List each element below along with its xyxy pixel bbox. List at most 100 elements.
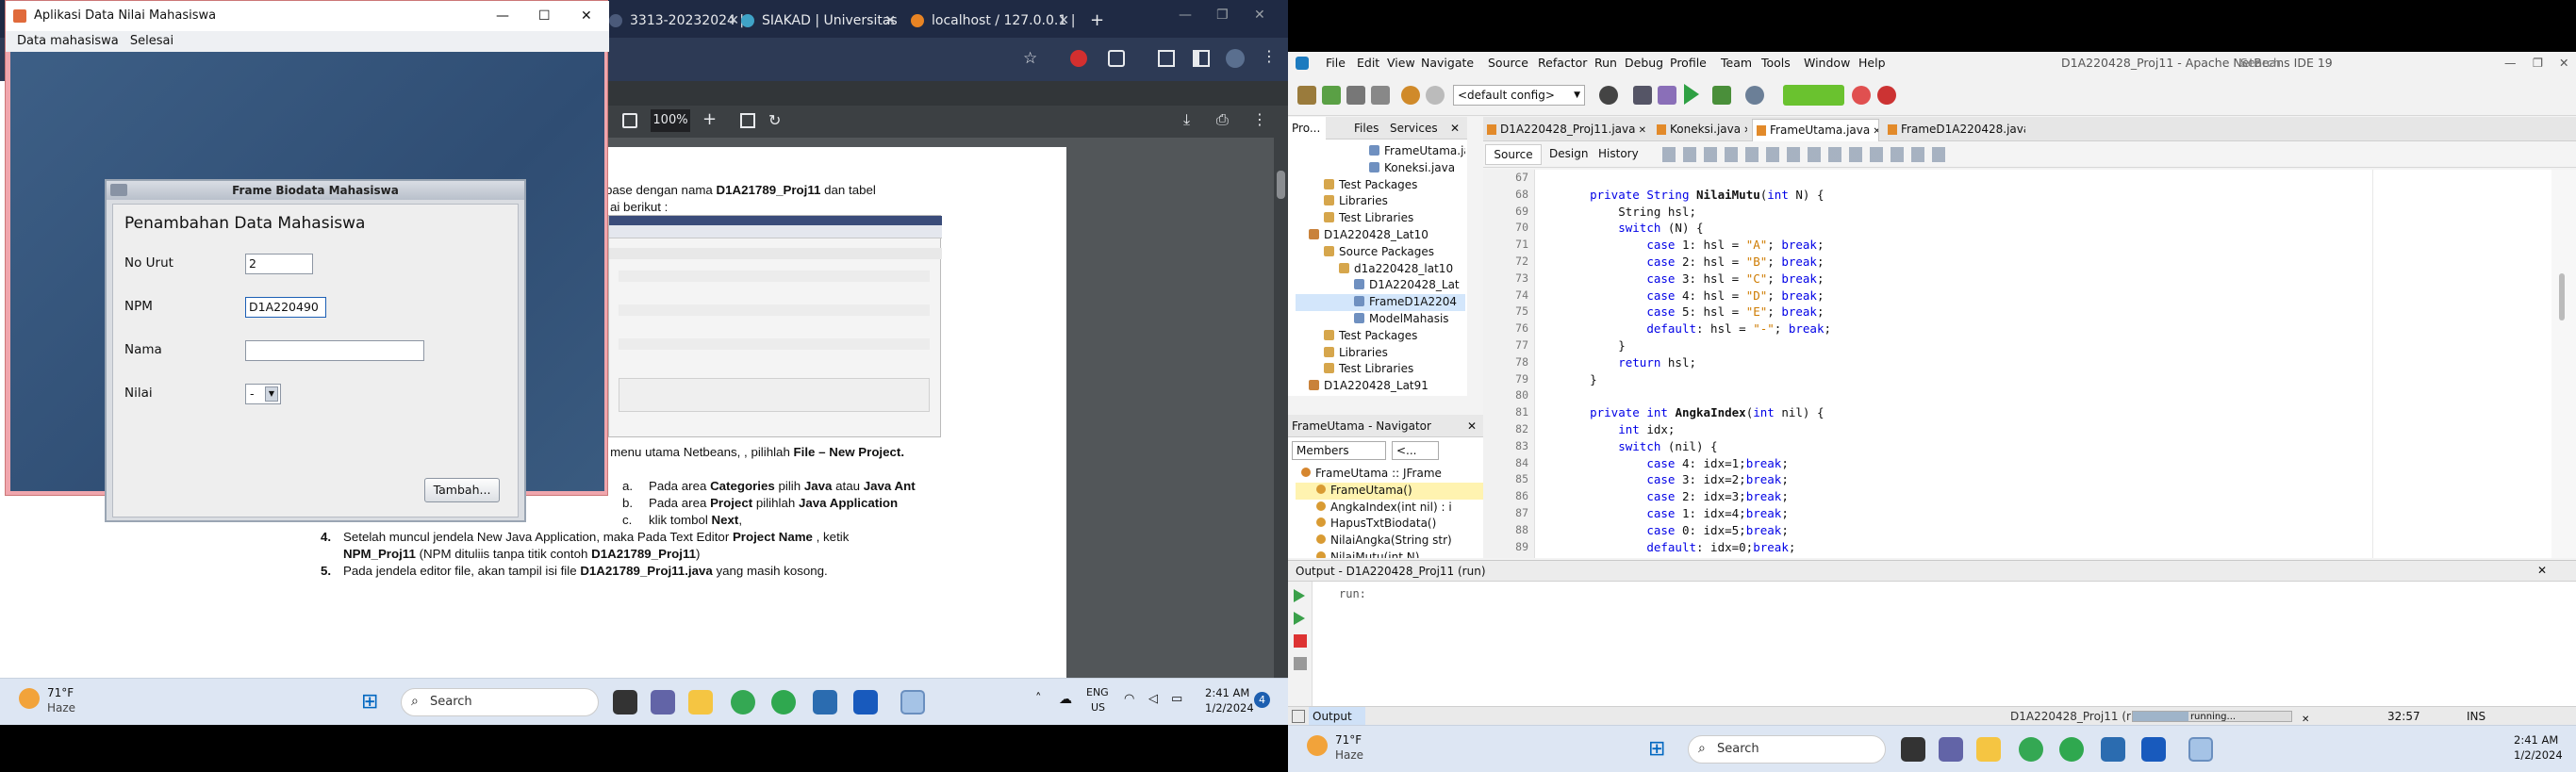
navigator-filter-select[interactable]: <... <box>1392 441 1439 460</box>
undo-icon[interactable] <box>1401 86 1420 105</box>
clock-time[interactable]: 2:41 AM <box>1205 686 1249 699</box>
run-icon[interactable] <box>1684 84 1699 105</box>
taskbar-search[interactable]: ⌕ Search <box>401 688 599 716</box>
close-icon[interactable]: ✕ <box>1636 125 1646 136</box>
word-icon[interactable] <box>2141 737 2166 762</box>
save-all-icon[interactable] <box>1371 86 1390 105</box>
browser-tab[interactable]: 3313-20232024 | ✕ <box>603 6 745 36</box>
close-icon[interactable]: ✕ <box>1870 126 1878 137</box>
close-window-icon[interactable]: ✕ <box>1254 8 1265 23</box>
npm-field[interactable]: D1A220490 <box>245 297 326 318</box>
chevron-up-icon[interactable]: ˄ <box>1035 692 1042 706</box>
nama-field[interactable] <box>245 340 424 361</box>
memory-indicator[interactable] <box>1783 85 1844 106</box>
scrollbar[interactable] <box>2551 170 2576 558</box>
editor-tab[interactable]: Koneksi.java ✕ <box>1653 119 1747 141</box>
sidebar-icon[interactable] <box>1193 50 1210 67</box>
tab-projects[interactable]: Pro... <box>1288 117 1326 140</box>
menu-window[interactable]: Window <box>1804 52 1850 74</box>
settings-icon[interactable] <box>1294 657 1307 670</box>
tree-item[interactable]: FrameD1A2204 <box>1296 294 1465 311</box>
tree-item[interactable]: ModelMahasis <box>1296 311 1465 328</box>
tree-item[interactable]: Test Libraries <box>1296 361 1465 378</box>
tab-files[interactable]: Files <box>1354 117 1379 140</box>
tree-item[interactable]: FrameUtama.ja <box>1296 143 1465 160</box>
extensions-puzzle-icon[interactable] <box>1108 50 1125 67</box>
java-task-icon[interactable] <box>900 690 925 715</box>
minimize-icon[interactable]: — <box>496 1 509 31</box>
menu-edit[interactable]: Edit <box>1357 52 1379 74</box>
new-tab-button[interactable]: + <box>1082 6 1111 36</box>
menu-navigate[interactable]: Navigate <box>1421 52 1474 74</box>
mode-design[interactable]: Design <box>1549 147 1588 160</box>
menu-team[interactable]: Team <box>1721 52 1752 74</box>
weather-icon[interactable] <box>19 688 40 709</box>
tree-item[interactable]: Libraries <box>1296 345 1465 362</box>
close-icon[interactable]: ✕ <box>581 1 592 31</box>
rerun-icon[interactable] <box>1294 589 1305 602</box>
weather-text[interactable]: Haze <box>47 701 75 715</box>
mode-history[interactable]: History <box>1598 147 1639 160</box>
navigator-item[interactable]: FrameUtama :: JFrame <box>1296 466 1484 483</box>
gc-icon[interactable] <box>1852 86 1871 105</box>
close-icon[interactable]: ✕ <box>1450 117 1460 140</box>
windows-start-icon[interactable]: ⊞ <box>361 690 378 714</box>
word-icon[interactable] <box>853 690 878 715</box>
clock-date[interactable]: 1/2/2024 <box>1205 701 1254 715</box>
browser-tab[interactable]: SIAKAD | Universitas ✕ <box>735 6 901 36</box>
profile-icon[interactable] <box>1745 86 1764 105</box>
clock-time[interactable]: 2:41 AM <box>2514 733 2558 747</box>
close-icon[interactable]: ✕ <box>1741 125 1747 136</box>
maximize-icon[interactable]: ☐ <box>538 1 551 31</box>
browser-tab[interactable]: localhost / 127.0.0.1 | ✕ <box>905 6 1075 36</box>
no-urut-field[interactable]: 2 <box>245 254 313 274</box>
weather-text[interactable]: Haze <box>1335 748 1363 762</box>
maximize-icon[interactable]: ❐ <box>2533 52 2543 74</box>
close-icon[interactable]: ✕ <box>2559 52 2568 74</box>
editor-tab[interactable]: FrameD1A220428.java ✕ <box>1884 119 2025 141</box>
scrollbar[interactable] <box>1274 138 1288 679</box>
speaker-icon[interactable]: ◁ <box>1148 692 1158 706</box>
output-toggle-icon[interactable] <box>1292 710 1305 723</box>
language-indicator[interactable]: ENG <box>1086 686 1109 698</box>
menu-kebab-icon[interactable]: ⋮ <box>1262 47 1277 65</box>
tree-item[interactable]: Test Packages <box>1296 328 1465 345</box>
redo-icon[interactable] <box>1426 86 1445 105</box>
tree-item[interactable]: D1A220428_Lat10 <box>1296 227 1465 244</box>
tree-item[interactable]: Test Libraries <box>1296 210 1465 227</box>
menu-help[interactable]: Help <box>1858 52 1886 74</box>
netbeans-icon[interactable] <box>813 690 837 715</box>
build-icon[interactable] <box>1599 86 1618 105</box>
output-status-tab[interactable]: Output <box>1309 707 1365 726</box>
editor-tab[interactable]: FrameUtama.java ✕ <box>1752 119 1879 141</box>
battery-icon[interactable]: ▭ <box>1171 692 1182 706</box>
cloud-icon[interactable]: ☁ <box>1059 692 1072 707</box>
tree-item[interactable]: D1A220428_Lat91 <box>1296 378 1465 395</box>
hammer-icon[interactable] <box>1633 86 1652 105</box>
new-project-icon[interactable] <box>1322 86 1341 105</box>
file-explorer-icon[interactable] <box>1976 737 2001 762</box>
clean-build-icon[interactable] <box>1658 86 1676 105</box>
windows-start-icon[interactable]: ⊞ <box>1648 737 1665 761</box>
tree-item[interactable]: d1a220428_lat10 <box>1296 261 1465 278</box>
output-text[interactable]: run: <box>1339 587 1366 600</box>
menu-view[interactable]: View <box>1387 52 1415 74</box>
extension-icon[interactable] <box>1070 50 1087 67</box>
zoom-level[interactable]: 100% <box>651 109 690 132</box>
weather-icon[interactable] <box>1307 735 1328 756</box>
teams-icon[interactable] <box>651 690 675 715</box>
rerun-params-icon[interactable] <box>1294 612 1305 625</box>
tree-item[interactable]: Libraries <box>1296 193 1465 210</box>
menu-data-mahasiswa[interactable]: Data mahasiswa <box>17 34 119 48</box>
tree-item[interactable]: Test Packages <box>1296 177 1465 194</box>
minimize-icon[interactable]: — <box>2504 52 2517 74</box>
navigator-item[interactable]: NilaiMutu(int N) <box>1296 550 1484 558</box>
avatar[interactable] <box>1226 49 1245 68</box>
navigator-item[interactable]: FrameUtama() <box>1296 482 1484 500</box>
open-project-icon[interactable] <box>1346 86 1365 105</box>
clock-date[interactable]: 1/2/2024 <box>2514 748 2563 762</box>
print-icon[interactable]: ⎙ <box>1216 110 1229 129</box>
nilai-combo[interactable]: - ▼ <box>245 384 281 404</box>
stop-icon[interactable] <box>1877 86 1896 105</box>
star-icon[interactable]: ☆ <box>1023 49 1037 68</box>
